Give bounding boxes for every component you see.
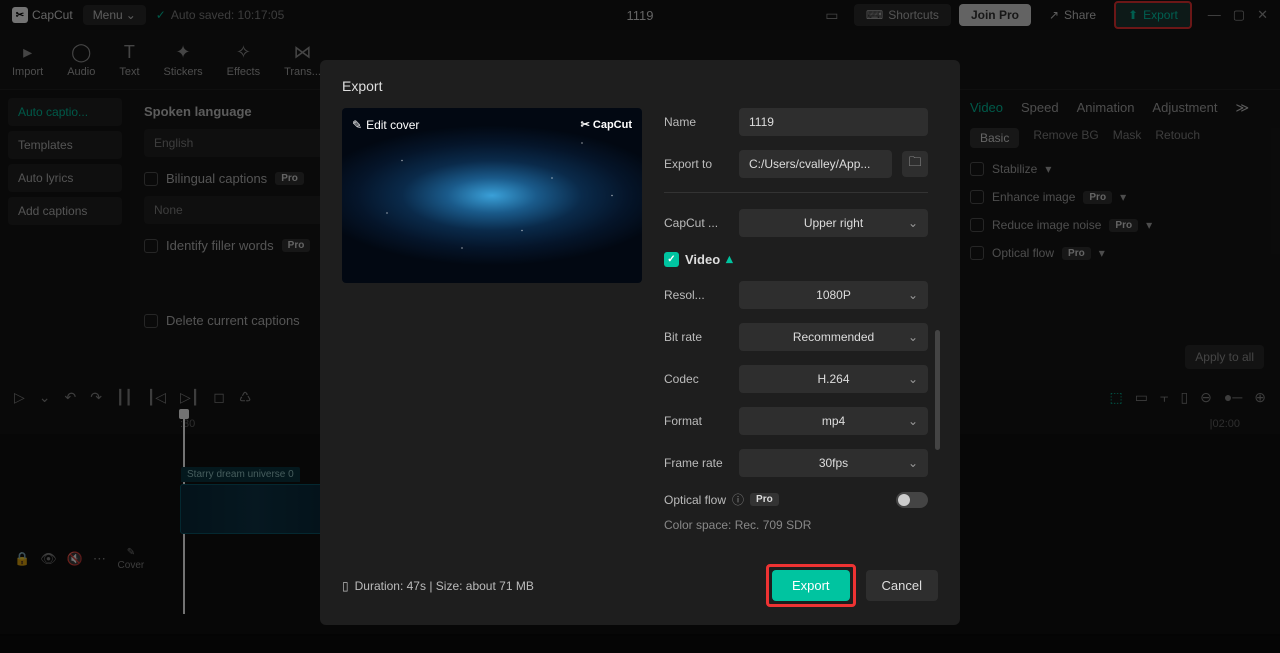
format-row: Format mp4 [664, 407, 928, 435]
resolution-select[interactable]: 1080P [739, 281, 928, 309]
folder-icon[interactable]: 🗀 [902, 151, 928, 177]
exportto-label: Export to [664, 157, 729, 171]
cover-column: ✎ Edit cover ✂ CapCut [342, 108, 642, 550]
opticalflow-row: Optical flow ⓘ Pro [664, 491, 928, 508]
optical-toggle[interactable] [896, 492, 928, 508]
capcut-wm-row: CapCut ... Upper right [664, 209, 928, 237]
chevron-up-icon: ▴ [726, 251, 733, 267]
divider [664, 192, 928, 193]
framerate-select[interactable]: 30fps [739, 449, 928, 477]
film-icon: ▯ [342, 579, 349, 593]
footer-buttons: Export Cancel [766, 564, 938, 607]
name-row: Name [664, 108, 928, 136]
cancel-button[interactable]: Cancel [866, 570, 938, 601]
watermark: ✂ CapCut [581, 118, 632, 131]
resolution-label: Resol... [664, 288, 729, 302]
bitrate-label: Bit rate [664, 330, 729, 344]
stars-overlay [342, 108, 642, 283]
codec-label: Codec [664, 372, 729, 386]
export-highlight: Export [766, 564, 856, 607]
pencil-icon: ✎ [352, 118, 362, 132]
capcut-label: CapCut ... [664, 216, 729, 230]
video-section-header[interactable]: ✓ Video ▴ [664, 251, 928, 267]
capcut-icon: ✂ [581, 118, 590, 131]
framerate-label: Frame rate [664, 456, 729, 470]
scrollbar[interactable] [935, 330, 940, 450]
format-select[interactable]: mp4 [739, 407, 928, 435]
modal-body: ✎ Edit cover ✂ CapCut Name Export to C:/… [342, 108, 938, 550]
exportto-path: C:/Users/cvalley/App... [739, 150, 892, 178]
watermark-position-select[interactable]: Upper right [739, 209, 928, 237]
export-confirm-button[interactable]: Export [772, 570, 850, 601]
color-space-info: Color space: Rec. 709 SDR [664, 518, 928, 532]
duration-info: ▯ Duration: 47s | Size: about 71 MB [342, 579, 534, 593]
codec-select[interactable]: H.264 [739, 365, 928, 393]
check-icon: ✓ [664, 252, 679, 267]
optical-left: Optical flow ⓘ Pro [664, 491, 779, 508]
bitrate-select[interactable]: Recommended [739, 323, 928, 351]
modal-footer: ▯ Duration: 47s | Size: about 71 MB Expo… [342, 550, 938, 607]
export-modal: Export ✎ Edit cover ✂ CapCut Name Exp [320, 60, 960, 625]
codec-row: Codec H.264 [664, 365, 928, 393]
export-form: Name Export to C:/Users/cvalley/App... 🗀… [664, 108, 938, 550]
name-label: Name [664, 115, 729, 129]
framerate-row: Frame rate 30fps [664, 449, 928, 477]
pro-badge: Pro [750, 493, 779, 506]
edit-cover-button[interactable]: ✎ Edit cover [352, 118, 419, 132]
bitrate-row: Bit rate Recommended [664, 323, 928, 351]
resolution-row: Resol... 1080P [664, 281, 928, 309]
cover-preview[interactable]: ✎ Edit cover ✂ CapCut [342, 108, 642, 283]
format-label: Format [664, 414, 729, 428]
info-icon[interactable]: ⓘ [732, 491, 744, 508]
name-input[interactable] [739, 108, 928, 136]
modal-title: Export [342, 78, 938, 94]
exportto-row: Export to C:/Users/cvalley/App... 🗀 [664, 150, 928, 178]
